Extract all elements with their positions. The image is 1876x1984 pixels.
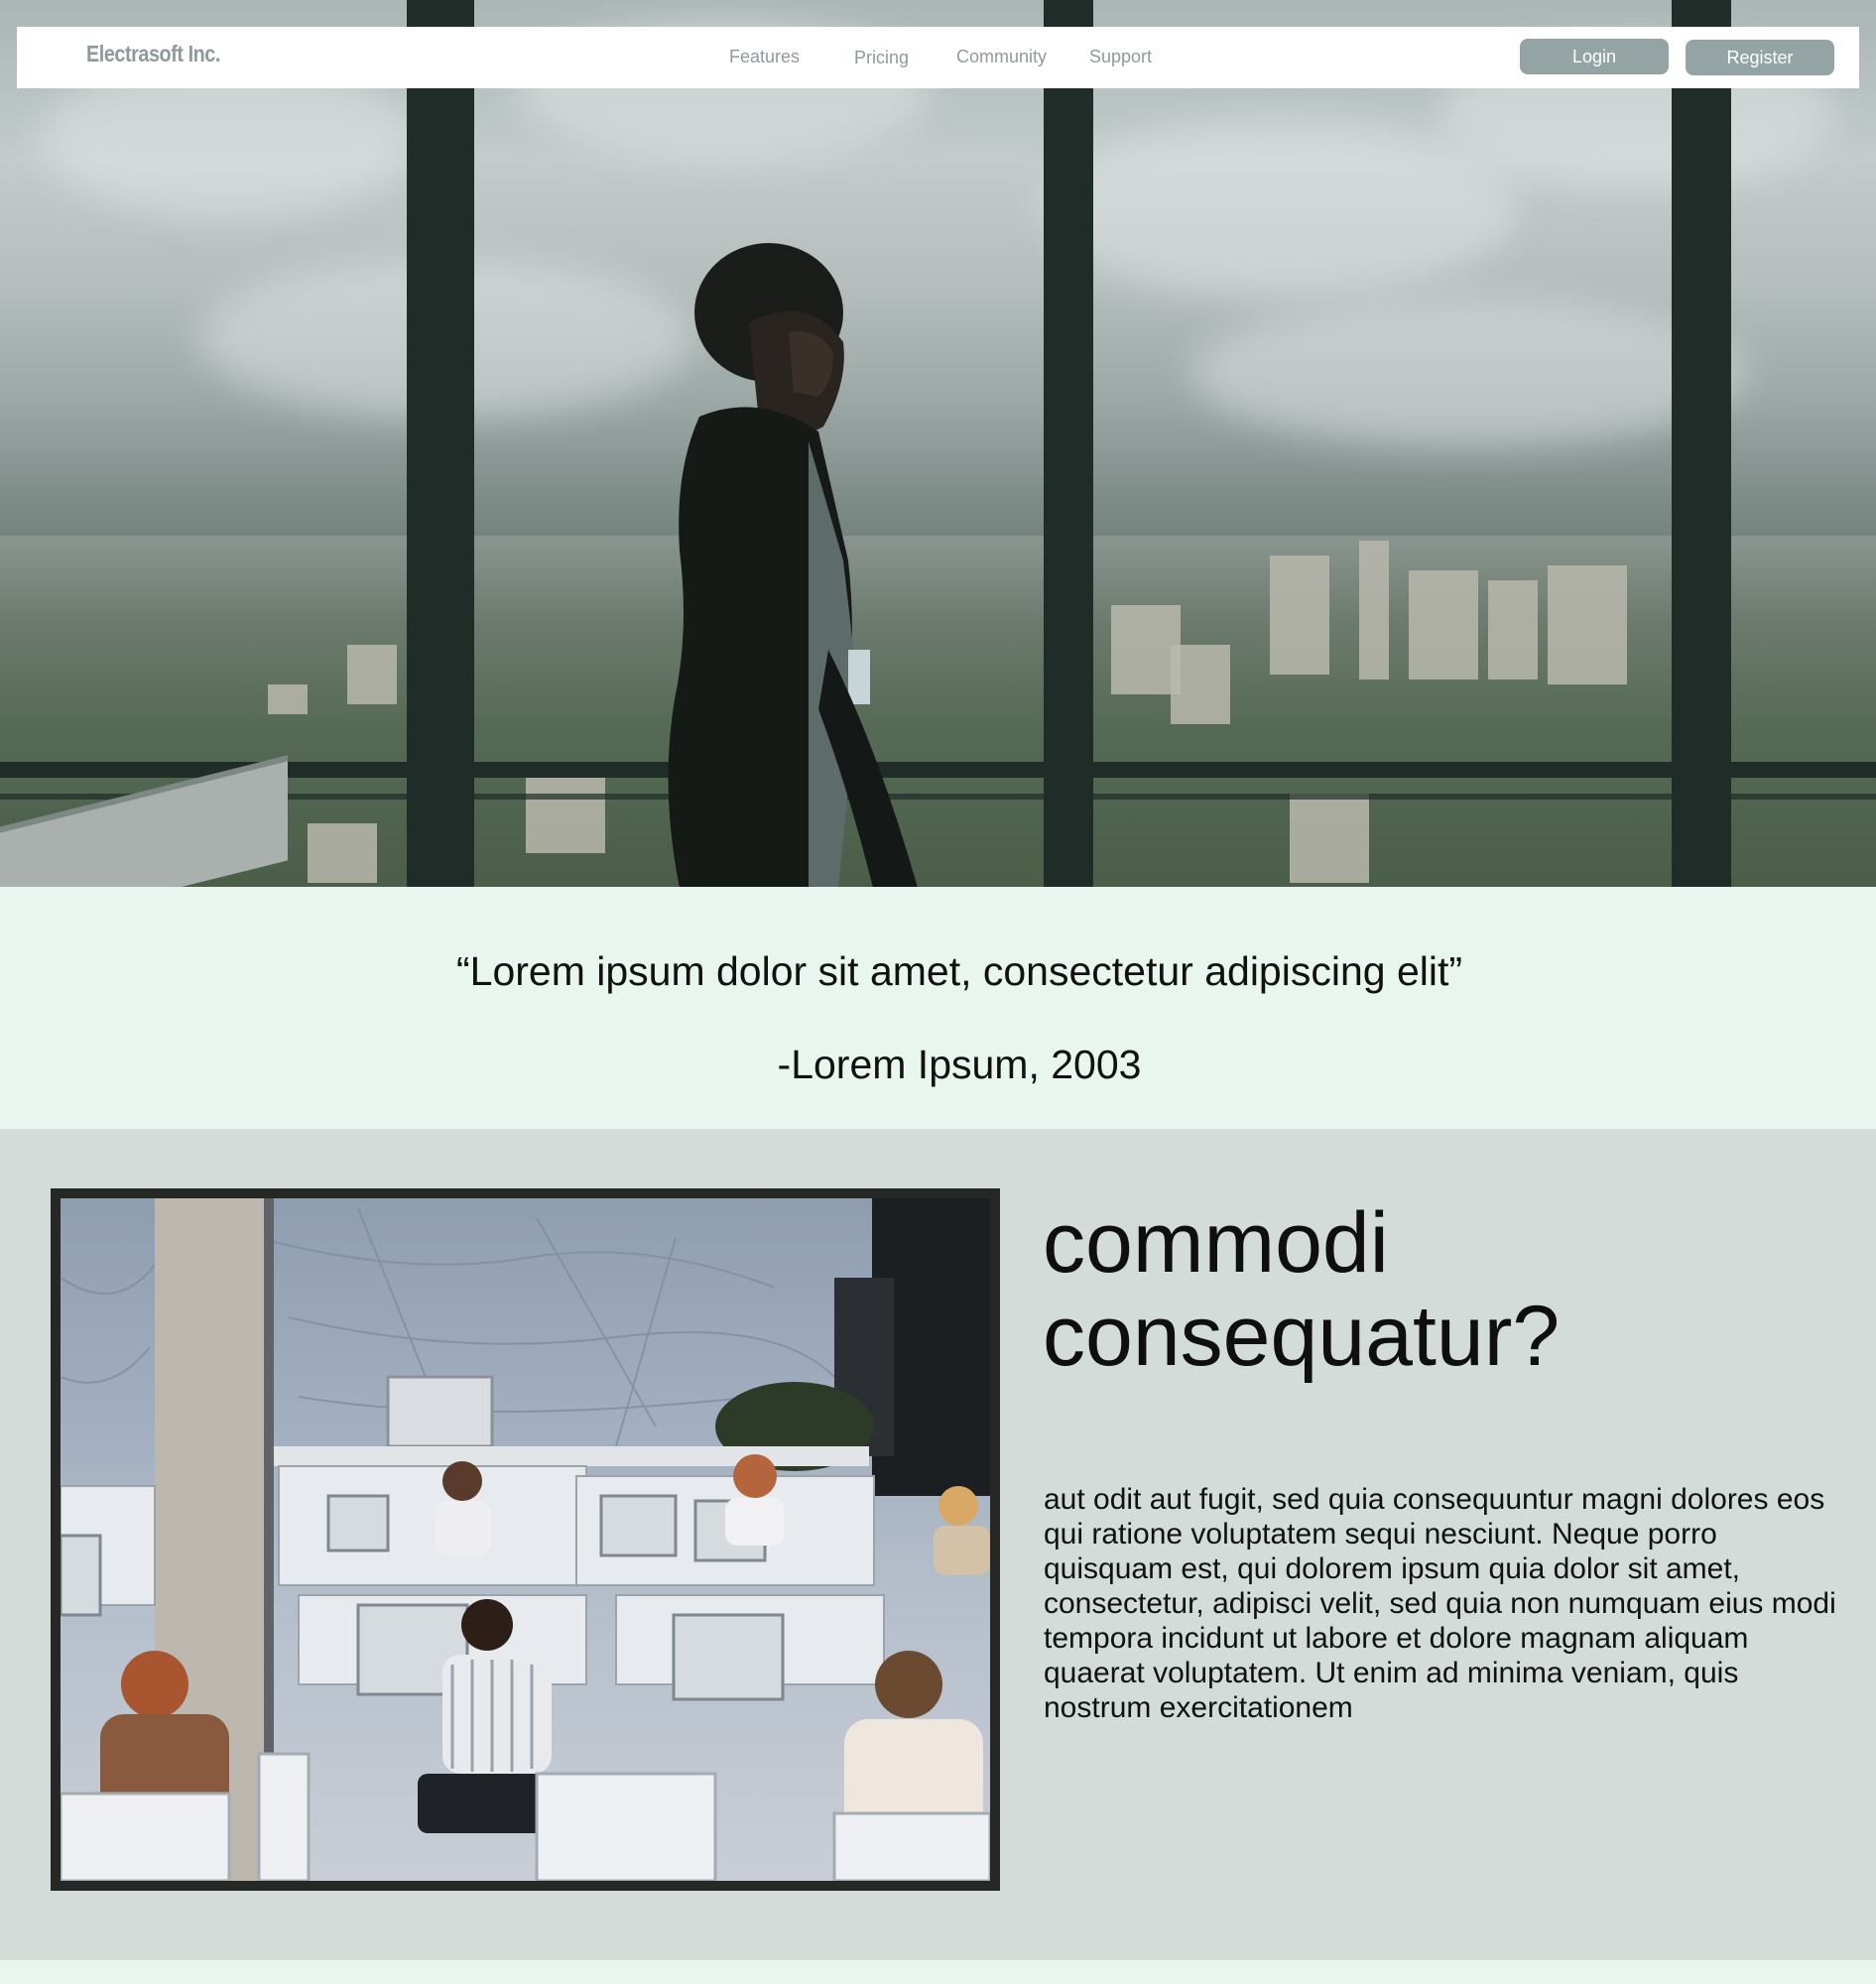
hero-image [0,0,1876,887]
nav-link-features[interactable]: Features [729,47,800,67]
feature-section: commodi consequatur? aut odit aut fugit,… [0,1129,1876,1960]
testimonial-section: “Lorem ipsum dolor sit amet, consectetur… [0,887,1876,1129]
quote-author: -Lorem Ipsum, 2003 [777,1042,1142,1087]
register-button[interactable]: Register [1686,40,1834,75]
login-button[interactable]: Login [1520,39,1669,74]
footer-band [0,1960,1876,1984]
nav-link-pricing[interactable]: Pricing [854,48,909,68]
feature-heading: commodi consequatur? [1043,1196,1836,1383]
brand-logo[interactable]: Electrasoft Inc. [86,41,220,67]
nav-link-support[interactable]: Support [1089,47,1152,67]
person-silhouette [668,243,918,887]
feature-heading-line-1: commodi [1043,1195,1389,1291]
top-navbar: Electrasoft Inc. Features Pricing Commun… [17,27,1859,88]
feature-heading-line-2: consequatur? [1043,1289,1561,1384]
feature-image [61,1198,990,1881]
nav-link-community[interactable]: Community [956,47,1047,67]
feature-image-frame [51,1188,1000,1891]
feature-body-text: aut odit aut fugit, sed quia consequuntu… [1044,1483,1836,1724]
quote-text: “Lorem ipsum dolor sit amet, consectetur… [455,948,1463,994]
